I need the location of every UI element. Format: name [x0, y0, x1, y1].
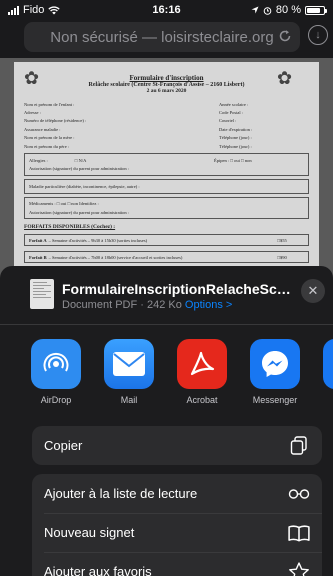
action-label: Ajouter à la liste de lecture [44, 486, 198, 501]
app-label: Messenger [252, 395, 298, 405]
address-bar[interactable]: Non sécurisé — loisirsteclaire.org [24, 22, 300, 52]
divider [0, 324, 333, 325]
doc-label: Allergies : [29, 158, 48, 164]
doc-label: non [244, 158, 252, 164]
forfait-row: Forfait A – Semaine d'activités – 9h30 à … [24, 234, 309, 247]
options-link[interactable]: Options > [185, 299, 232, 311]
download-icon[interactable]: ↓ [308, 25, 328, 45]
doc-label: oui [234, 158, 240, 164]
close-icon[interactable]: ✕ [301, 279, 325, 303]
action-group: Copier [32, 426, 322, 465]
share-sheet: FormulaireInscriptionRelacheScolaire2...… [0, 266, 333, 576]
mail-icon [104, 339, 154, 389]
doc-field: Numéro de téléphone (résidence) : [24, 118, 87, 124]
file-meta: Document PDF · 242 Ko Options > [62, 299, 232, 311]
doc-health-box: Allergies : □ N/A Épipen : □ oui □ non A… [24, 153, 309, 177]
doc-label: N/A [78, 158, 87, 164]
alarm-icon [263, 6, 272, 15]
doc-medication-box: Médicaments : □ oui □ non Identifiez : A… [24, 196, 309, 220]
doc-field: Assurance maladie : [24, 126, 61, 132]
wifi-icon [48, 5, 61, 14]
doc-field: Nom et prénom de l'enfant : [24, 101, 75, 107]
forfaits-heading: FORFAITS DISPONIBLES (Cochez) : [24, 224, 116, 231]
facebook-icon [323, 339, 333, 389]
add-reading-list-button[interactable]: Ajouter à la liste de lecture [32, 474, 322, 513]
copy-button[interactable]: Copier [32, 426, 322, 465]
action-label: Copier [44, 438, 83, 453]
doc-field: Courriel : [219, 118, 237, 124]
doc-label: Autorisation (signature) du parent pour … [29, 209, 129, 215]
book-icon [288, 524, 310, 541]
doc-field: Adresse : [24, 110, 41, 116]
battery-percent: 80 % [275, 4, 301, 16]
carrier-label: Fido [23, 4, 45, 16]
app-facebook[interactable]: Fa [318, 339, 333, 405]
add-favorites-button[interactable]: Ajouter aux favoris [32, 552, 322, 576]
file-info: Document PDF · 242 Ko [62, 299, 182, 311]
forfait-row: Forfait B – Semaine d'activités – 7h00 à … [24, 251, 309, 264]
copy-icon [290, 435, 307, 455]
new-bookmark-button[interactable]: Nouveau signet [32, 513, 322, 552]
flower-decoration-icon: ✿ [24, 68, 40, 88]
share-sheet-header: FormulaireInscriptionRelacheScolaire2...… [0, 266, 333, 324]
doc-label: Maladie particulière (diabète, incontine… [29, 183, 140, 189]
doc-label: Autorisation (signature) du parent pour … [29, 166, 129, 172]
action-list: Copier Ajouter à la liste de lecture Nou… [32, 426, 322, 576]
share-apps-row: AirDrop Mail Acrobat Messenger [0, 339, 333, 409]
status-bar: Fido 16:16 80 % [0, 0, 333, 20]
doc-field: Nom et prénom de la mère : [24, 135, 75, 141]
app-acrobat[interactable]: Acrobat [172, 339, 232, 405]
doc-label: Médicaments : □ oui □ non Identifiez : [29, 201, 99, 207]
address-text: Non sécurisé — loisirsteclaire.org [50, 28, 274, 46]
battery-icon [305, 5, 327, 15]
airdrop-icon [31, 339, 81, 389]
doc-title: Formulaire d'inscription [129, 74, 204, 82]
app-label: AirDrop [40, 395, 72, 405]
address-bar-area: Non sécurisé — loisirsteclaire.org [0, 20, 333, 58]
app-label: Mail [120, 395, 138, 405]
doc-field: Date d'expiration : [219, 126, 253, 132]
doc-field: Téléphone (jour) : [219, 143, 252, 149]
messenger-icon [250, 339, 300, 389]
app-label: Acrobat [186, 395, 218, 405]
doc-field: Téléphone (jour) : [219, 135, 252, 141]
signal-bars-icon [8, 5, 19, 15]
doc-field: Année scolaire : [219, 101, 249, 107]
app-airdrop[interactable]: AirDrop [26, 339, 86, 405]
location-icon [251, 6, 259, 14]
acrobat-icon [177, 339, 227, 389]
star-icon [289, 561, 309, 576]
action-label: Ajouter aux favoris [44, 564, 152, 576]
doc-illness-box: Maladie particulière (diabète, incontine… [24, 179, 309, 194]
action-label: Nouveau signet [44, 525, 135, 540]
reading-list-icon [288, 488, 310, 499]
app-mail[interactable]: Mail [99, 339, 159, 405]
flower-decoration-icon: ✿ [277, 68, 293, 88]
file-name: FormulaireInscriptionRelacheScolaire2... [62, 281, 294, 297]
doc-field: Nom et prénom du père : [24, 143, 70, 149]
action-group: Ajouter à la liste de lecture Nouveau si… [32, 474, 322, 576]
app-label: Fa [318, 395, 333, 405]
app-messenger[interactable]: Messenger [245, 339, 305, 405]
reload-icon[interactable] [278, 29, 292, 43]
doc-dates: 2 au 6 mars 2020 [146, 88, 187, 94]
status-time: 16:16 [152, 4, 181, 16]
doc-field: Code Postal : [219, 110, 244, 116]
doc-label: Épipen : [214, 158, 230, 164]
pdf-thumbnail-icon [30, 279, 54, 309]
